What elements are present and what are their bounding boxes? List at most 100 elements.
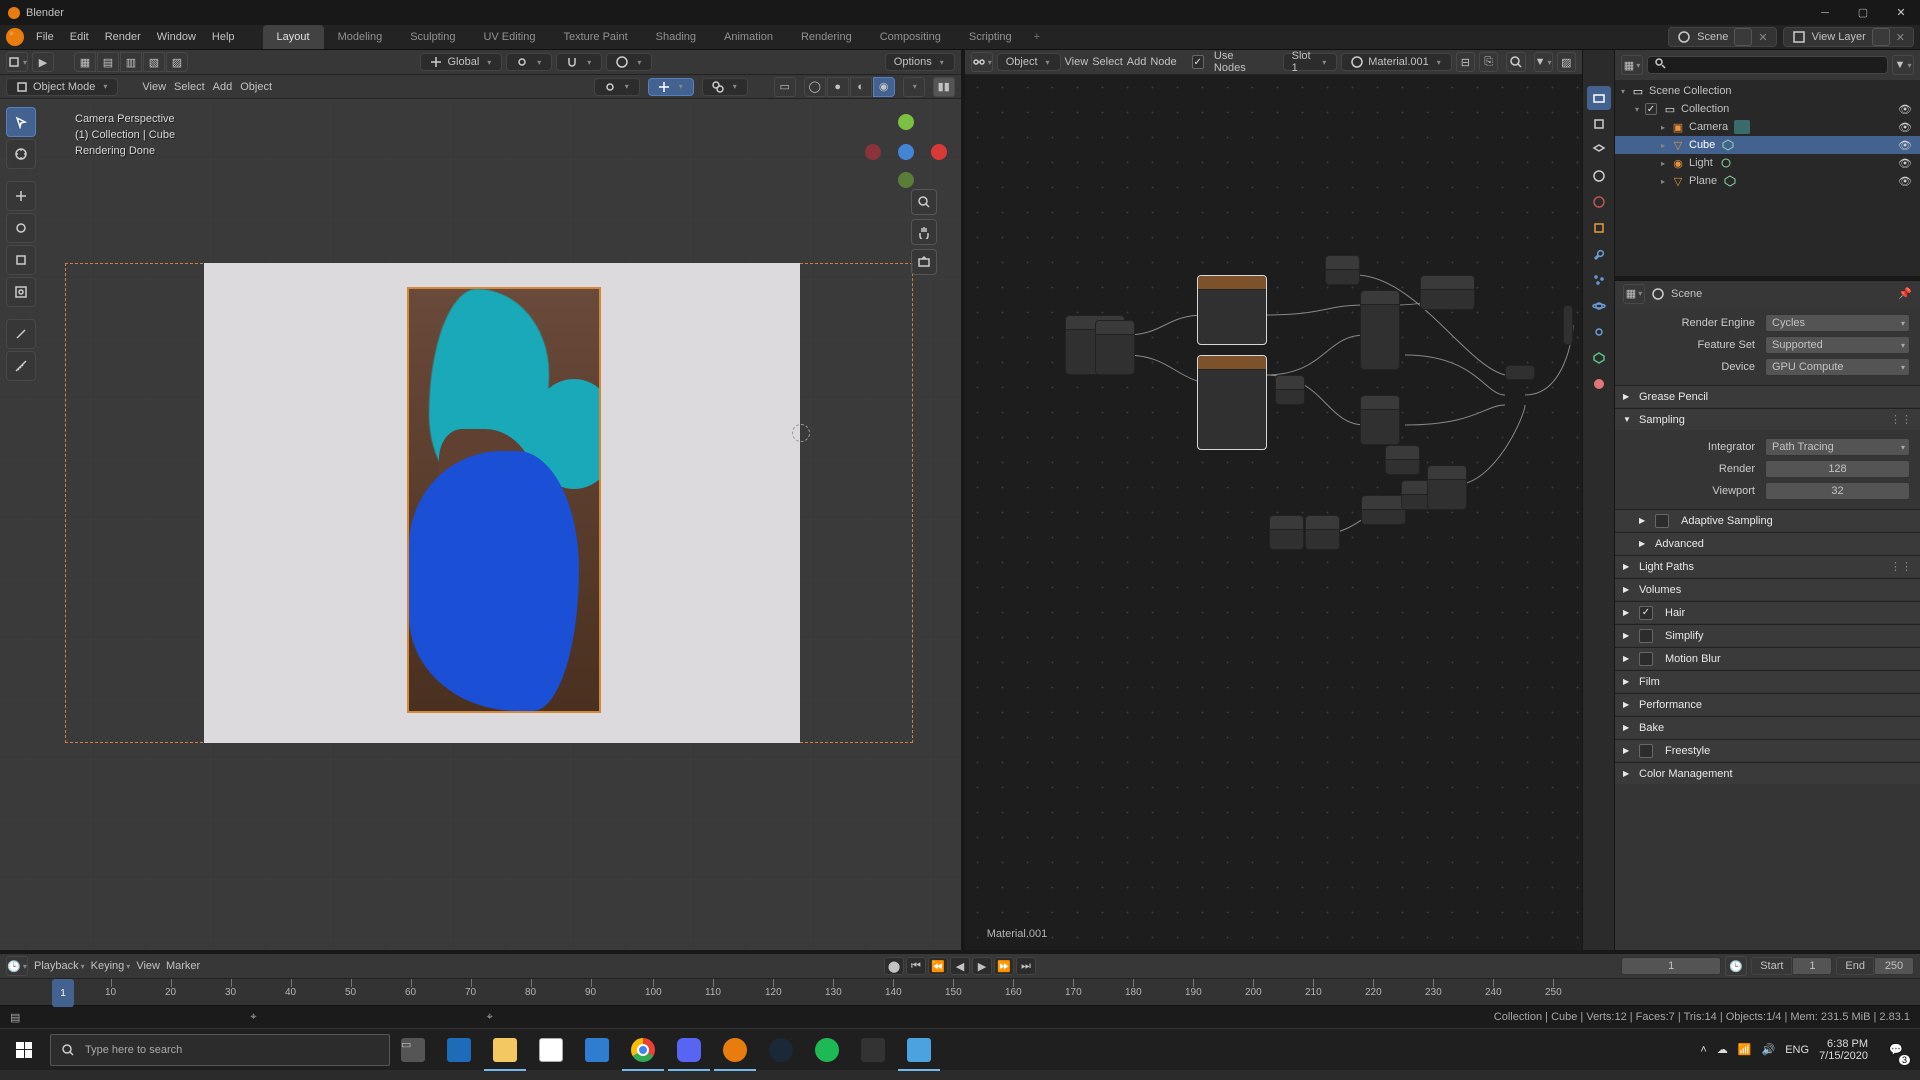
node-editortype[interactable] — [971, 52, 993, 72]
gizmo-z-icon[interactable] — [898, 144, 914, 160]
pin-icon[interactable]: 📌 — [1898, 287, 1912, 300]
tool-scale[interactable] — [6, 245, 36, 275]
menu-file[interactable]: File — [28, 27, 62, 47]
options-dropdown[interactable]: Options — [885, 53, 955, 71]
menu-render[interactable]: Render — [97, 27, 149, 47]
overlay-dropdown[interactable] — [702, 78, 748, 96]
vp-menu-add[interactable]: Add — [213, 81, 233, 93]
gizmo-yneg-icon[interactable] — [898, 172, 914, 188]
pause-render[interactable]: ▮▮ — [933, 77, 955, 97]
jump-prev-key[interactable]: ⏪ — [928, 957, 948, 975]
shader-editor[interactable]: Object View Select Add Node Use Nodes Sl… — [961, 50, 1582, 950]
proportional-dropdown[interactable] — [606, 53, 652, 71]
task-edge[interactable] — [436, 1029, 482, 1071]
task-steam[interactable] — [758, 1029, 804, 1071]
snap-4[interactable]: ▧ — [143, 52, 165, 72]
eye-icon[interactable]: 👁 — [1898, 157, 1912, 170]
node[interactable] — [1305, 515, 1340, 550]
tab-animation[interactable]: Animation — [710, 25, 787, 49]
node[interactable] — [1385, 445, 1420, 475]
node[interactable] — [1360, 290, 1400, 370]
out-item-cube[interactable]: ▸▽ Cube 👁 — [1615, 136, 1920, 154]
workspace-add-button[interactable]: + — [1026, 31, 1048, 43]
out-collection[interactable]: ▾▭ Collection 👁 — [1615, 100, 1920, 118]
jump-start[interactable]: ⏮ — [906, 957, 926, 975]
gizmo-xneg-icon[interactable] — [865, 144, 881, 160]
eye-icon[interactable]: 👁 — [1898, 103, 1912, 116]
viewlayer-new-button[interactable] — [1872, 28, 1890, 46]
start-frame[interactable]: 1 — [1792, 957, 1832, 975]
slot-dropdown[interactable]: Slot 1 — [1283, 53, 1338, 71]
pin-material[interactable]: ⊟ — [1456, 52, 1475, 72]
sec-lightpaths[interactable]: Light Paths⋮⋮ — [1615, 555, 1920, 577]
ptab-material[interactable] — [1587, 372, 1611, 396]
sec-colormgmt[interactable]: Color Management — [1615, 762, 1920, 784]
vp-menu-view[interactable]: View — [142, 81, 166, 93]
task-discord[interactable] — [666, 1029, 712, 1071]
node[interactable] — [1420, 275, 1475, 310]
render-engine-dropdown[interactable]: Cycles — [1765, 314, 1910, 332]
sec-advanced[interactable]: Advanced — [1615, 532, 1920, 554]
node-add[interactable]: Add — [1127, 56, 1147, 68]
task-app1[interactable] — [850, 1029, 896, 1071]
node-select[interactable]: Select — [1092, 56, 1123, 68]
sec-adaptive[interactable]: Adaptive Sampling — [1615, 509, 1920, 531]
filter-button[interactable]: ▼ — [1534, 52, 1553, 72]
xray-button[interactable]: ▭ — [774, 77, 796, 97]
tl-view[interactable]: View — [136, 960, 160, 972]
node-context[interactable]: Object — [997, 53, 1061, 71]
ptab-modifier[interactable] — [1587, 242, 1611, 266]
light-gizmo-icon[interactable] — [792, 424, 810, 442]
tray-cloud-icon[interactable]: ☁ — [1717, 1043, 1728, 1056]
tray-chevron-icon[interactable]: ˄ — [1700, 1044, 1706, 1056]
sec-grease[interactable]: Grease Pencil — [1615, 385, 1920, 407]
ptab-data[interactable] — [1587, 346, 1611, 370]
node[interactable] — [1563, 305, 1573, 345]
node[interactable] — [1269, 515, 1304, 550]
sec-freestyle[interactable]: Freestyle — [1615, 739, 1920, 761]
ptab-constraints[interactable] — [1587, 320, 1611, 344]
tab-rendering[interactable]: Rendering — [787, 25, 866, 49]
device-dropdown[interactable]: GPU Compute — [1765, 358, 1910, 376]
render-samples[interactable]: 128 — [1765, 460, 1910, 478]
minimize-button[interactable]: ─ — [1806, 0, 1844, 25]
mode-dropdown[interactable]: Object Mode — [6, 78, 118, 96]
pivot-dropdown[interactable] — [506, 53, 552, 71]
tool-cursor[interactable] — [6, 139, 36, 169]
overlay-toggle[interactable]: ▨ — [1557, 52, 1576, 72]
tray-volume-icon[interactable]: 🔊 — [1762, 1043, 1776, 1056]
outliner-type[interactable]: ▦ — [1621, 55, 1643, 75]
tab-compositing[interactable]: Compositing — [866, 25, 955, 49]
ptab-world[interactable] — [1587, 190, 1611, 214]
task-mail[interactable] — [574, 1029, 620, 1071]
menu-window[interactable]: Window — [149, 27, 204, 47]
task-explorer[interactable] — [482, 1029, 528, 1071]
tab-uv-editing[interactable]: UV Editing — [469, 25, 549, 49]
jump-next-key[interactable]: ⏩ — [994, 957, 1014, 975]
outliner-filter[interactable]: ▼ — [1892, 55, 1914, 75]
tab-modeling[interactable]: Modeling — [324, 25, 397, 49]
out-item-plane[interactable]: ▸▽ Plane 👁 — [1615, 172, 1920, 190]
shading-rendered[interactable]: ◉ — [873, 77, 895, 97]
ptab-scene[interactable] — [1587, 164, 1611, 188]
node[interactable] — [1505, 365, 1535, 380]
sec-performance[interactable]: Performance — [1615, 693, 1920, 715]
autokey-button[interactable]: ⬤ — [884, 957, 904, 975]
viewlayer-selector[interactable]: View Layer ✕ — [1783, 27, 1914, 47]
maximize-button[interactable]: ▢ — [1844, 0, 1882, 25]
shading-wireframe[interactable]: ◯ — [804, 77, 826, 97]
tool-move[interactable] — [6, 181, 36, 211]
integrator-dropdown[interactable]: Path Tracing — [1765, 438, 1910, 456]
node-view[interactable]: View — [1065, 56, 1089, 68]
node[interactable] — [1095, 320, 1135, 375]
snap-dropdown[interactable] — [556, 53, 602, 71]
use-nodes-check[interactable] — [1192, 55, 1204, 69]
ptab-object[interactable] — [1587, 216, 1611, 240]
tab-layout[interactable]: Layout — [263, 25, 324, 49]
tool-measure[interactable] — [6, 351, 36, 381]
end-frame[interactable]: 250 — [1874, 957, 1914, 975]
node[interactable] — [1275, 375, 1305, 405]
timeline-ruler[interactable]: 1 10203040506070809010011012013014015016… — [0, 978, 1920, 1006]
task-chrome[interactable] — [620, 1029, 666, 1071]
tl-marker[interactable]: Marker — [166, 960, 200, 972]
